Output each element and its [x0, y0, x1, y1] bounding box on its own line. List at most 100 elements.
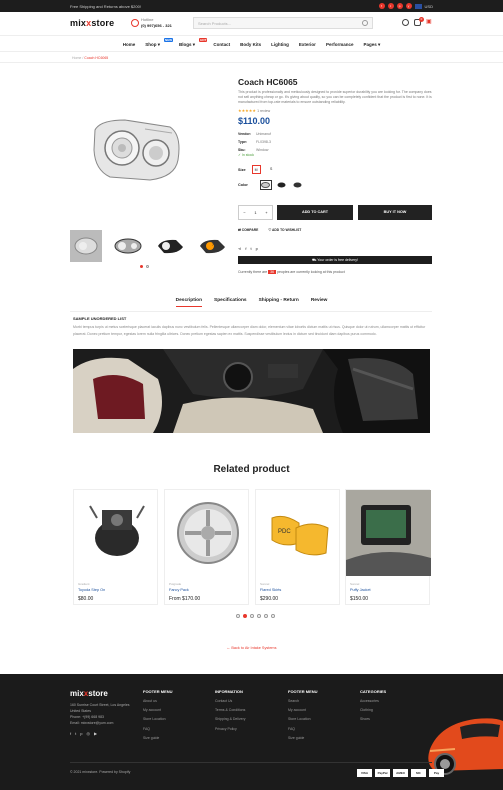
footer-logo[interactable]: mixxstore	[70, 689, 108, 698]
footer-link[interactable]: FAQ	[143, 725, 173, 734]
search-input[interactable]: Search Products...	[193, 17, 373, 29]
card-name[interactable]: Toyoda Step On	[78, 588, 105, 592]
pinterest-icon[interactable]: p	[256, 246, 258, 251]
plus-icon[interactable]: +	[265, 210, 267, 215]
footer-link[interactable]: Shoes	[360, 715, 386, 724]
product-card-image[interactable]: PDC	[256, 490, 341, 576]
footer-link[interactable]: My account	[288, 706, 318, 715]
currency-select[interactable]: USD	[425, 4, 433, 9]
card-vendor: Sonnel	[260, 582, 270, 586]
search-icon[interactable]	[362, 20, 368, 26]
pinterest-icon[interactable]: p	[80, 731, 82, 736]
footer-link[interactable]: Accessories	[360, 697, 386, 706]
hotline: Hotline (0) 997)656 - 321	[141, 17, 172, 29]
size-option[interactable]: S	[267, 165, 276, 174]
share-icon[interactable]: ⋖	[238, 246, 241, 251]
search-placeholder: Search Products...	[198, 21, 231, 26]
color-swatch[interactable]	[259, 180, 272, 190]
footer-link[interactable]: Search	[288, 697, 318, 706]
social-icon[interactable]: t	[387, 3, 394, 9]
wishlist-link[interactable]: ♡ ADD TO WISHLIST	[268, 228, 301, 232]
wishlist-icon[interactable]: 0	[414, 17, 424, 26]
product-card[interactable]: Gradient Toyoda Step On $80.00	[73, 489, 158, 605]
product-card-image[interactable]	[346, 490, 431, 576]
quantity-value[interactable]: 1	[254, 210, 256, 215]
tab-review[interactable]: Review	[311, 298, 328, 307]
back-link[interactable]: ← Back to Air Intake Systems	[0, 646, 503, 650]
thumbnail[interactable]	[70, 230, 102, 262]
footer-link[interactable]: Store Location	[288, 715, 318, 724]
vendor-value[interactable]: Unimanuf	[256, 132, 271, 136]
pagination-dot[interactable]	[264, 614, 268, 618]
product-card[interactable]: PDC Sonnel Flared Skirts $290.00	[255, 489, 340, 605]
footer-link[interactable]: Terms & Conditions	[215, 706, 246, 715]
nav-shop[interactable]: Shop ▾NEW	[145, 38, 174, 51]
color-label: Color	[238, 183, 248, 187]
nav-pages[interactable]: Pages ▾	[363, 42, 380, 51]
product-card[interactable]: Sonnel Puffy Jacket $150.00	[345, 489, 431, 605]
pagination-dot[interactable]	[146, 265, 149, 268]
footer-link[interactable]: Contact Us	[215, 697, 246, 706]
nav-contact[interactable]: Contact	[213, 42, 230, 51]
product-card[interactable]: Potgrade Fancy Pack From $170.00	[164, 489, 249, 605]
size-option[interactable]: M	[251, 165, 261, 174]
social-icon[interactable]: p	[396, 3, 403, 9]
footer-link[interactable]: Privacy Policy	[215, 725, 246, 734]
nav-lighting[interactable]: Lighting	[271, 42, 289, 51]
youtube-icon[interactable]: ▶	[94, 731, 97, 736]
social-icon[interactable]: f	[378, 3, 385, 9]
color-swatch[interactable]	[292, 180, 304, 190]
footer-link[interactable]: About us	[143, 697, 173, 706]
card-name[interactable]: Fancy Pack	[169, 588, 189, 592]
pagination-dot[interactable]	[140, 265, 143, 268]
site-logo[interactable]: mixxstore	[70, 18, 114, 28]
pagination-dot[interactable]	[257, 614, 261, 618]
footer-link[interactable]: My account	[143, 706, 173, 715]
product-card-image[interactable]	[74, 490, 159, 576]
nav-exterior[interactable]: Exterior	[299, 42, 316, 51]
quantity-stepper[interactable]: − 1 +	[238, 205, 273, 220]
facebook-icon[interactable]: f	[70, 731, 71, 736]
nav-blogs[interactable]: Blogs ▾HOT	[179, 38, 208, 51]
compare-link[interactable]: ⇄ COMPARE	[238, 228, 258, 232]
card-name[interactable]: Flared Skirts	[260, 588, 281, 592]
description-banner-image	[73, 349, 430, 433]
account-icon[interactable]	[402, 19, 409, 26]
product-card-image[interactable]	[165, 490, 250, 576]
nav-performance[interactable]: Performance	[326, 42, 354, 51]
flag-icon[interactable]	[414, 3, 422, 9]
footer-link[interactable]: Shipping & Delivery	[215, 715, 246, 724]
add-to-cart-button[interactable]: ADD TO CART	[277, 205, 353, 220]
hotline-number[interactable]: (0) 997)656 - 321	[141, 23, 172, 29]
pagination-dot[interactable]	[236, 614, 240, 618]
footer-link[interactable]: Size guide	[143, 734, 173, 743]
cart-icon[interactable]: ▣	[426, 19, 433, 26]
social-icon[interactable]: y	[405, 3, 412, 9]
nav-home[interactable]: Home	[123, 42, 136, 51]
chevron-right-icon[interactable]: ›	[212, 242, 214, 248]
footer-link[interactable]: Clothing	[360, 706, 386, 715]
tab-shipping-return[interactable]: Shipping - Return	[259, 298, 299, 307]
minus-icon[interactable]: −	[243, 210, 245, 215]
review-count[interactable]: 1 review	[257, 109, 270, 113]
footer-link[interactable]: Store Location	[143, 715, 173, 724]
pagination-dot[interactable]	[250, 614, 254, 618]
breadcrumb-home[interactable]: Home	[72, 56, 81, 60]
twitter-icon[interactable]: t	[75, 731, 76, 736]
color-swatch[interactable]	[276, 180, 288, 190]
facebook-icon[interactable]: f	[245, 246, 246, 251]
thumbnail[interactable]	[112, 230, 144, 262]
pagination-dot[interactable]	[243, 614, 247, 618]
instagram-icon[interactable]: ◎	[86, 731, 90, 736]
nav-body-kits[interactable]: Body Kits	[240, 42, 261, 51]
footer-link[interactable]: FAQ	[288, 725, 318, 734]
buy-now-button[interactable]: BUY IT NOW	[358, 205, 432, 220]
tab-description[interactable]: Description	[175, 298, 203, 307]
tab-specifications[interactable]: Specifications	[214, 298, 247, 307]
pagination-dot[interactable]	[271, 614, 275, 618]
card-name[interactable]: Puffy Jacket	[350, 588, 371, 592]
twitter-icon[interactable]: t	[250, 246, 251, 251]
footer-link[interactable]: Size guide	[288, 734, 318, 743]
product-main-image[interactable]	[90, 115, 185, 185]
thumbnail[interactable]	[154, 230, 186, 262]
